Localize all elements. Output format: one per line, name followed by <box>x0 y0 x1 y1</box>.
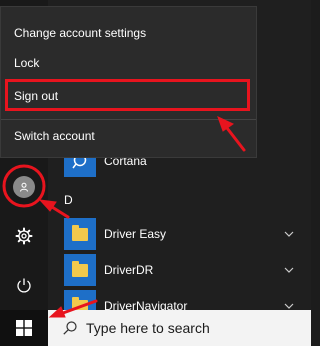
app-name: Driver Easy <box>104 227 167 241</box>
menu-item-sign-out[interactable]: Sign out <box>1 81 256 111</box>
app-tile <box>64 290 96 310</box>
menu-item-change-account-settings[interactable]: Change account settings <box>1 18 256 48</box>
app-name: DriverNavigator <box>104 299 188 310</box>
menu-divider <box>1 119 256 120</box>
menu-item-label: Change account settings <box>14 26 147 40</box>
app-item-driverdr[interactable]: DriverDR <box>64 252 311 288</box>
search-icon <box>63 321 77 335</box>
menu-item-switch-account[interactable]: Switch account <box>1 121 256 151</box>
search-placeholder: Type here to search <box>86 320 210 336</box>
taskbar-search-box[interactable]: Type here to search <box>48 310 311 346</box>
app-item-driver-easy[interactable]: Driver Easy <box>64 216 311 252</box>
start-menu-screen: Cortana D Driver Easy DriverDR DriverNav… <box>0 0 311 346</box>
section-letter[interactable]: D <box>64 193 73 207</box>
menu-item-label: Lock <box>14 56 40 70</box>
account-context-menu: Change account settings Lock Sign out Sw… <box>0 6 257 158</box>
user-account-button[interactable] <box>0 167 48 207</box>
folder-icon <box>72 260 88 277</box>
app-name: DriverDR <box>104 263 154 277</box>
settings-gear-icon <box>15 227 33 245</box>
menu-item-label: Sign out <box>14 89 59 103</box>
start-button[interactable] <box>0 310 48 346</box>
power-icon <box>17 278 31 293</box>
app-tile <box>64 254 96 286</box>
app-item-drivernavigator[interactable]: DriverNavigator <box>64 288 311 310</box>
windows-logo-icon <box>16 320 32 336</box>
settings-button[interactable] <box>0 216 48 256</box>
taskbar: Type here to search <box>0 310 311 346</box>
menu-item-label: Switch account <box>14 129 95 143</box>
app-tile <box>64 218 96 250</box>
folder-icon <box>72 296 88 310</box>
chevron-down-icon[interactable] <box>281 298 297 310</box>
chevron-down-icon[interactable] <box>281 226 297 242</box>
user-avatar-icon <box>13 176 35 198</box>
folder-icon <box>72 224 88 241</box>
menu-item-lock[interactable]: Lock <box>1 48 256 78</box>
power-button[interactable] <box>0 265 48 305</box>
chevron-down-icon[interactable] <box>281 262 297 278</box>
